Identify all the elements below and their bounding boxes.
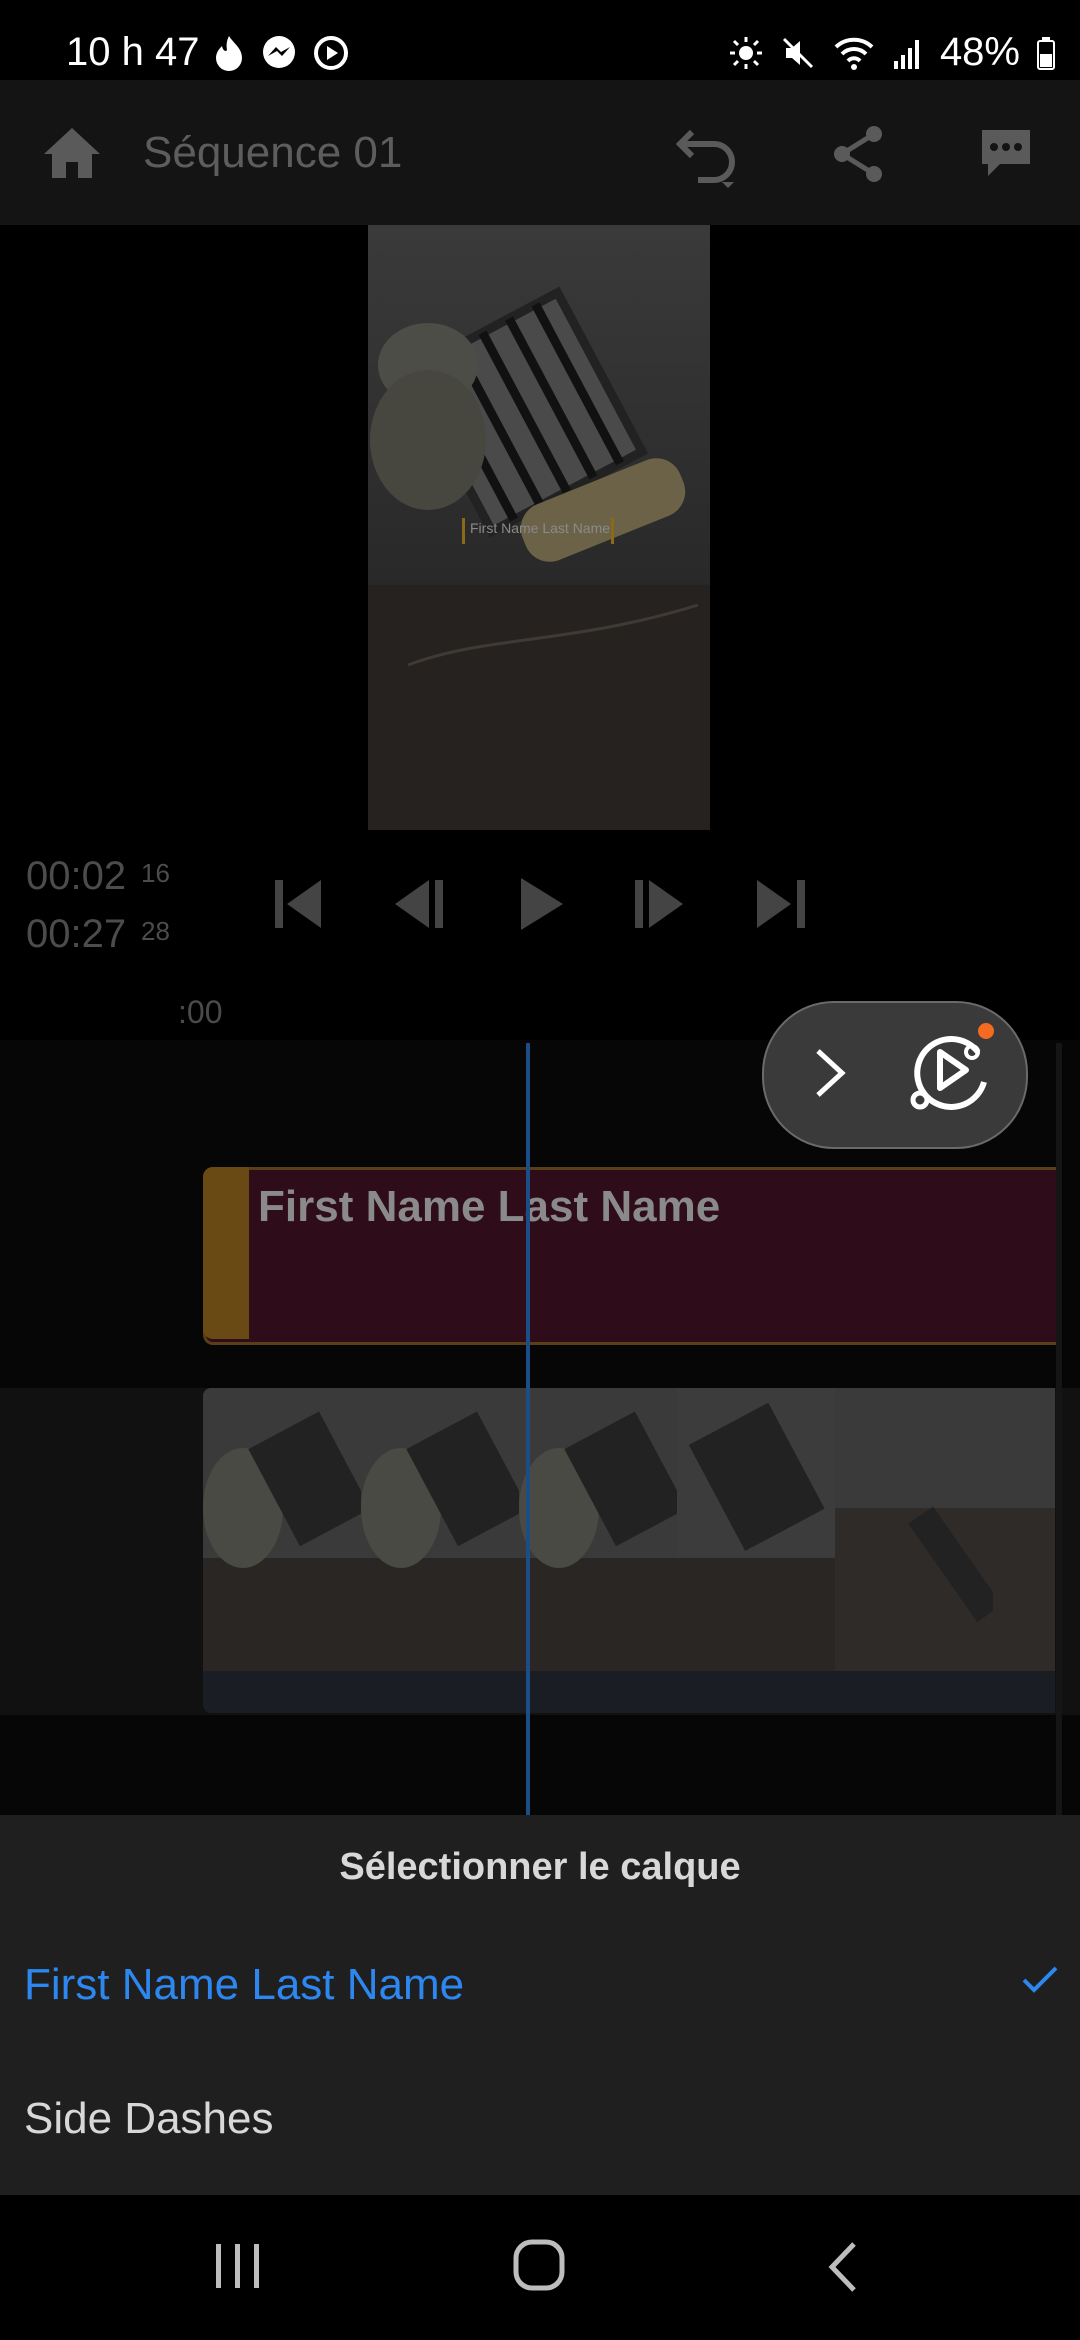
comment-icon[interactable] (978, 126, 1034, 182)
preview-title-text[interactable]: First Name Last Name (470, 520, 610, 536)
battery-icon (1037, 36, 1055, 70)
skip-to-end-icon[interactable] (755, 878, 807, 930)
home-nav-icon[interactable] (512, 2238, 566, 2292)
next-frame-icon[interactable] (633, 878, 687, 930)
text-cursor-left (462, 518, 465, 544)
title-clip-label: First Name Last Name (258, 1182, 721, 1231)
back-icon[interactable] (824, 2240, 860, 2294)
sheet-title: Sélectionner le calque (339, 1846, 741, 1888)
total-frame: 28 (141, 916, 170, 946)
clip-thumbnail (835, 1388, 993, 1671)
play-reset-icon[interactable] (900, 1022, 1000, 1122)
share-icon[interactable] (828, 124, 888, 184)
text-cursor-right (611, 518, 614, 544)
play-circle-icon (314, 36, 348, 70)
title-clip-trim-handle[interactable] (203, 1167, 249, 1339)
signal-icon (893, 39, 919, 69)
clip-thumbnail (203, 1388, 361, 1671)
status-time: 10 h 47 (66, 30, 200, 74)
wifi-icon (834, 37, 874, 70)
clip-thumbnail (993, 1388, 1055, 1671)
sequence-title[interactable]: Séquence 01 (143, 128, 402, 178)
mute-icon (782, 37, 813, 68)
clip-thumbnail (677, 1388, 835, 1671)
playhead[interactable] (526, 1043, 530, 1815)
timeline-scrollbar[interactable] (1056, 1043, 1062, 1815)
layer-option-label[interactable]: Side Dashes (24, 2094, 273, 2144)
video-clip[interactable] (203, 1388, 1055, 1713)
checkmark-icon (1022, 1966, 1058, 1993)
messenger-icon (263, 36, 295, 68)
tinder-icon (216, 36, 242, 71)
skip-to-start-icon[interactable] (273, 878, 325, 930)
chevron-right-icon[interactable] (812, 1047, 848, 1099)
status-left-icons (212, 34, 350, 72)
status-bar: 10 h 47 48% (0, 0, 1080, 80)
clip-thumbnail (519, 1388, 677, 1671)
recents-icon[interactable] (212, 2240, 264, 2292)
timeline-ruler-start: :00 (178, 994, 223, 1030)
layer-option-label[interactable]: First Name Last Name (24, 1960, 464, 2010)
total-time: 00:27 (26, 912, 127, 956)
current-time: 00:02 (26, 854, 127, 898)
previous-frame-icon[interactable] (393, 878, 447, 930)
status-right-icons: 48% (728, 30, 1056, 75)
undo-icon[interactable] (672, 124, 742, 190)
brightness-icon (729, 36, 762, 69)
clip-thumbnail (361, 1388, 519, 1671)
play-icon[interactable] (517, 876, 565, 932)
home-icon[interactable] (40, 124, 104, 182)
battery-percent: 48% (939, 30, 1020, 74)
current-frame: 16 (141, 858, 170, 888)
